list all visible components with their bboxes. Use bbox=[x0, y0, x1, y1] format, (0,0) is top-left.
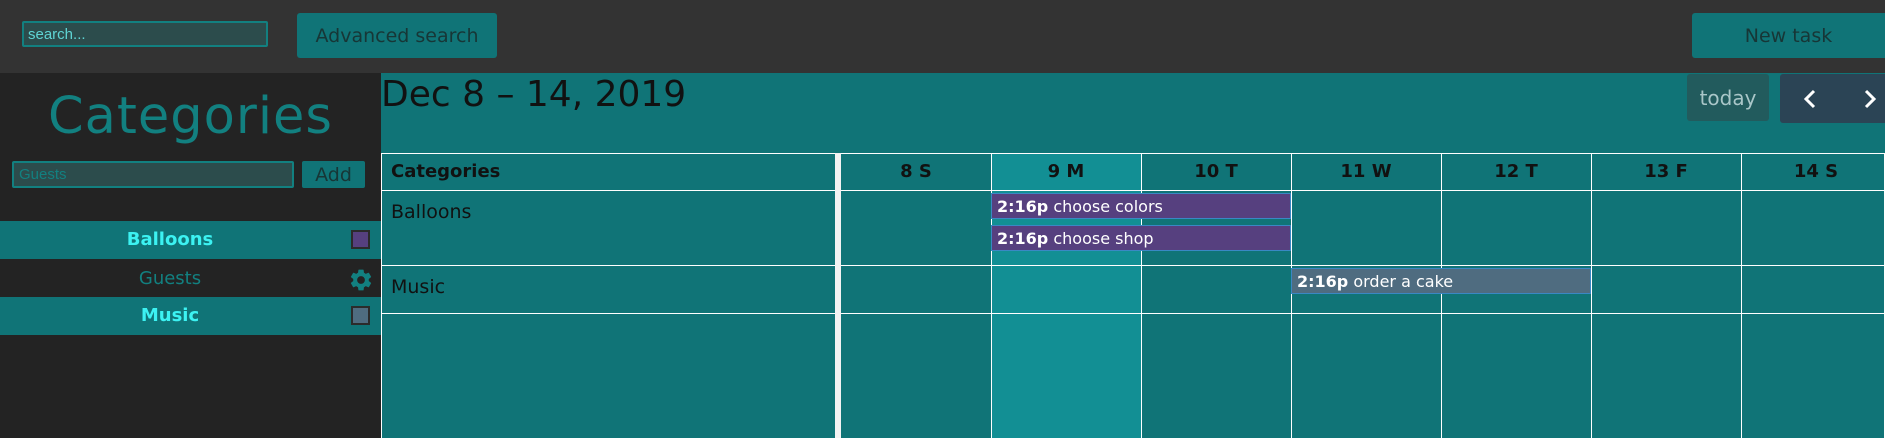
category-label: Balloons bbox=[126, 229, 214, 250]
day-header[interactable]: 10 T bbox=[1141, 153, 1291, 190]
day-header[interactable]: 9 M bbox=[991, 153, 1141, 190]
category-name-input[interactable] bbox=[12, 161, 294, 188]
day-header[interactable]: 13 F bbox=[1591, 153, 1741, 190]
chevron-right-icon bbox=[1864, 89, 1877, 108]
top-toolbar: Advanced search New task bbox=[0, 0, 1885, 73]
next-week-button[interactable] bbox=[1840, 74, 1885, 123]
add-category-button[interactable]: Add bbox=[302, 161, 365, 188]
today-button[interactable]: today bbox=[1687, 74, 1769, 121]
resource-divider[interactable] bbox=[835, 153, 841, 438]
grid-line bbox=[1741, 153, 1742, 438]
advanced-search-button[interactable]: Advanced search bbox=[297, 13, 497, 58]
event-title: choose shop bbox=[1048, 229, 1154, 248]
search-input[interactable] bbox=[22, 21, 268, 47]
chevron-left-icon bbox=[1803, 89, 1816, 108]
grid-line bbox=[381, 313, 1885, 314]
day-header[interactable]: 8 S bbox=[841, 153, 991, 190]
category-label: Music bbox=[140, 305, 200, 326]
color-swatch[interactable] bbox=[351, 230, 370, 249]
grid-line bbox=[1591, 153, 1592, 438]
categories-sidebar: Categories Add Balloons Guests Music bbox=[0, 73, 381, 438]
resource-label-balloons: Balloons bbox=[391, 201, 472, 223]
grid-line bbox=[1441, 153, 1442, 438]
grid-line bbox=[1291, 153, 1292, 438]
resource-column-header: Categories bbox=[391, 161, 501, 182]
categories-title: Categories bbox=[48, 87, 333, 146]
grid-line bbox=[381, 190, 1885, 191]
day-header[interactable]: 12 T bbox=[1441, 153, 1591, 190]
event-bar[interactable]: 2:16p order a cake bbox=[1291, 268, 1591, 294]
category-label: Guests bbox=[138, 268, 202, 289]
new-task-button[interactable]: New task bbox=[1692, 13, 1885, 58]
event-time: 2:16p bbox=[1297, 272, 1349, 291]
day-header[interactable]: 11 W bbox=[1291, 153, 1441, 190]
timeline-grid: Categories Balloons Music 8 S9 M 10 T 11 W… bbox=[381, 153, 1885, 438]
color-swatch[interactable] bbox=[351, 306, 370, 325]
category-item-balloons[interactable]: Balloons bbox=[0, 221, 381, 259]
event-time: 2:16p bbox=[997, 229, 1049, 248]
prev-week-button[interactable] bbox=[1780, 74, 1840, 123]
event-title: order a cake bbox=[1348, 272, 1454, 291]
resource-label-music: Music bbox=[391, 276, 446, 298]
calendar-title: Dec 8 – 14, 2019 bbox=[381, 74, 687, 115]
calendar: Dec 8 – 14, 2019 today Categories Balloo… bbox=[381, 73, 1885, 438]
grid-line bbox=[381, 265, 1885, 266]
event-bar[interactable]: 2:16p choose shop bbox=[991, 225, 1291, 251]
category-item-guests[interactable]: Guests bbox=[0, 260, 381, 298]
day-header[interactable]: 14 S bbox=[1741, 153, 1885, 190]
event-bar[interactable]: 2:16p choose colors bbox=[991, 193, 1291, 219]
category-item-music[interactable]: Music bbox=[0, 297, 381, 335]
grid-line bbox=[381, 153, 382, 438]
event-title: choose colors bbox=[1048, 197, 1163, 216]
gear-icon[interactable] bbox=[348, 267, 374, 293]
event-time: 2:16p bbox=[997, 197, 1049, 216]
